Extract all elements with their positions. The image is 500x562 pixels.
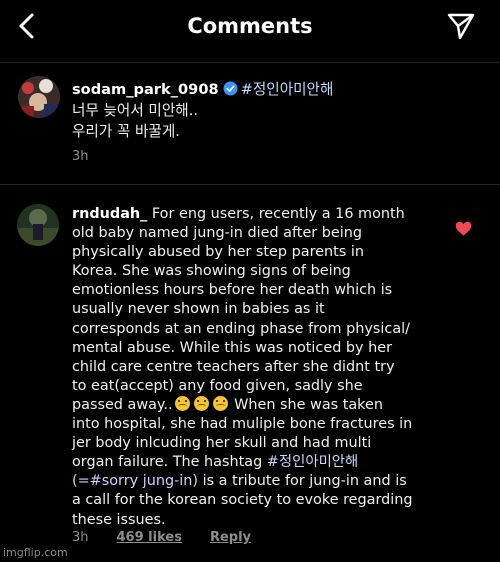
caption-block: sodam_park_0908 #정인아미안해 너무 늦어서 미안해.. 우리가… [72, 79, 482, 142]
caption-avatar[interactable] [18, 76, 60, 118]
comment-text: is a tribute for jung-in and is [202, 473, 407, 490]
comment-body: rndudah_ For eng users, recently a 16 mo… [72, 205, 462, 530]
heart-icon[interactable] [455, 221, 472, 236]
comment-username[interactable]: rndudah_ [72, 206, 147, 222]
comment-hashtag-sorry[interactable]: (=#sorry jung-in) [72, 473, 198, 489]
comment-avatar[interactable] [17, 204, 59, 246]
caption-timestamp: 3h [72, 149, 89, 164]
caption-text-line: 너무 늦어서 미안해.. [72, 102, 198, 119]
comment-text-line: usually never shown in babies as it [72, 301, 325, 318]
crying-face-emoji [212, 395, 228, 411]
comment-text-line: corresponds at an ending phase from phys… [72, 320, 410, 337]
comment-text-line: to eat(accept) any food given, sadly she [72, 377, 363, 394]
comment-text-line: child care centre teachers after she did… [72, 358, 395, 375]
comment-text: When she was taken [234, 396, 383, 413]
watermark: imgflip.com [3, 546, 68, 559]
back-arrow-icon[interactable] [14, 12, 42, 40]
caption-separator [0, 184, 500, 185]
header-divider [0, 62, 500, 63]
comment-meta: 3h 469 likes Reply [72, 530, 251, 545]
crying-face-emoji [193, 395, 209, 411]
comment-timestamp: 3h [72, 530, 89, 545]
comment-text-line: these issues. [72, 511, 166, 528]
comment-text: passed away.. [72, 396, 173, 413]
comment-text: For eng users, recently a 16 month [151, 206, 405, 222]
reply-button[interactable]: Reply [210, 530, 251, 545]
verified-badge-icon [223, 81, 238, 96]
comment-text: organ failure. The hashtag [72, 454, 263, 471]
comment-text-line: into hospital, she had muliple bone frac… [72, 416, 413, 433]
comment-text-line: physically abused by her step parents in [72, 244, 364, 261]
likes-count-link[interactable]: 469 likes [117, 530, 182, 545]
comment-text-line: jer body inlcuding her skull and had mul… [72, 435, 372, 452]
send-icon[interactable] [446, 11, 476, 41]
comment-text-line: old baby named jung-in died after being [72, 225, 363, 242]
header-bar: Comments [0, 0, 500, 52]
comment-hashtag[interactable]: #정인아미안해 [267, 454, 359, 470]
comment-text-line: a call for the korean society to evoke r… [72, 492, 413, 509]
page-title: Comments [187, 14, 313, 38]
caption-username[interactable]: sodam_park_0908 [72, 81, 219, 98]
comment-text-line: Korea. She was showing signs of being [72, 263, 351, 280]
caption-text-line: 우리가 꼭 바꿀게. [72, 123, 180, 140]
crying-face-emoji [174, 395, 190, 411]
caption-hashtag[interactable]: #정인아미안해 [241, 81, 334, 98]
comment-text-line: mental abuse. While this was noticed by … [72, 339, 393, 356]
comment-text-line: emotionless hours before her death which… [72, 282, 393, 299]
